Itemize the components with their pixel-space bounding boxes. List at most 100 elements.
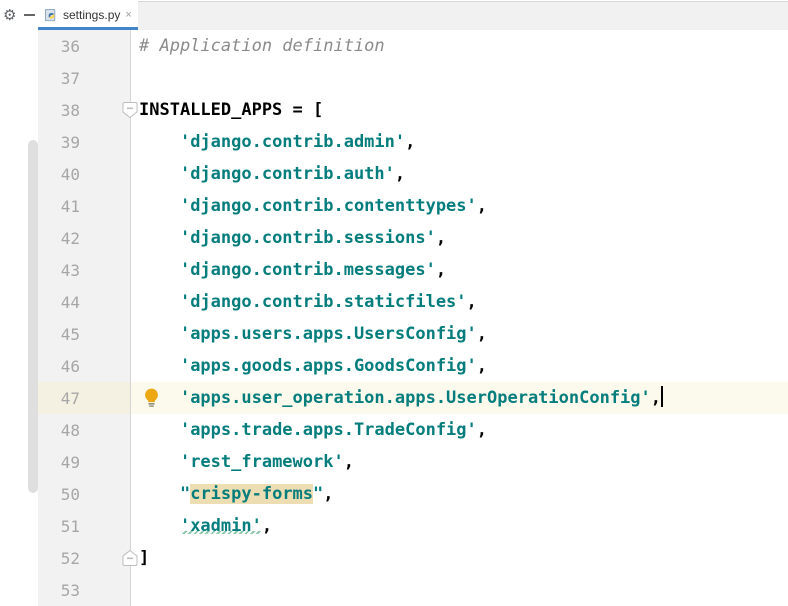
line-number: 48 [60, 420, 80, 440]
gutter-line-39[interactable]: 39 [38, 126, 131, 158]
code-line-46[interactable]: 'apps.goods.apps.GoodsConfig', [131, 350, 788, 382]
token-string: 'xadmin' [179, 516, 262, 536]
token-string: 'apps.goods.apps.GoodsConfig' [179, 356, 477, 376]
code-line-43[interactable]: 'django.contrib.messages', [131, 254, 788, 286]
editor-rows: 36 # Application definition 37 38 INSTALLED_… [38, 30, 788, 606]
code-line-52[interactable]: ] [131, 542, 788, 574]
line-number: 40 [60, 164, 80, 184]
editor-row-49: 49 'rest_framework', [38, 446, 788, 478]
code-line-45[interactable]: 'apps.users.apps.UsersConfig', [131, 318, 788, 350]
editor-row-50: 50 "crispy-forms", [38, 478, 788, 510]
token-plain: , [476, 420, 488, 440]
code-line-53[interactable] [131, 574, 788, 606]
code-line-40[interactable]: 'django.contrib.auth', [131, 158, 788, 190]
gutter-line-46[interactable]: 46 [38, 350, 131, 382]
token-plain: , [343, 452, 354, 472]
gutter-line-36[interactable]: 36 [38, 30, 131, 62]
editor-row-51: 51 'xadmin', [38, 510, 788, 542]
python-file-icon [44, 8, 59, 23]
line-number: 39 [60, 132, 80, 152]
project-panel-edge [0, 30, 38, 597]
code-line-48[interactable]: 'apps.trade.apps.TradeConfig', [131, 414, 788, 446]
gutter-line-38[interactable]: 38 [38, 94, 138, 126]
token-string: 'django.contrib.staticfiles' [179, 292, 467, 312]
token-string: " [313, 484, 324, 504]
fold-open-icon[interactable] [122, 101, 138, 119]
line-number: 52 [60, 548, 80, 568]
code-line-37[interactable] [131, 62, 788, 94]
editor-row-47: 47 'apps.user_operation.apps.UserOperati… [38, 382, 788, 414]
line-number: 49 [60, 452, 80, 472]
editor-row-53: 53 [38, 574, 788, 606]
token-plain: , [476, 356, 488, 376]
gutter-line-50[interactable]: 50 [38, 478, 131, 510]
gutter-line-45[interactable]: 45 [38, 318, 131, 350]
gutter-line-37[interactable]: 37 [38, 62, 131, 94]
code-line-49[interactable]: 'rest_framework', [131, 446, 788, 478]
token-string: 'django.contrib.messages' [179, 260, 436, 280]
panel-scrollbar-thumb[interactable] [28, 140, 38, 493]
editor-row-46: 46 'apps.goods.apps.GoodsConfig', [38, 350, 788, 382]
code-line-47[interactable]: 'apps.user_operation.apps.UserOperationC… [131, 382, 788, 414]
gutter-line-49[interactable]: 49 [38, 446, 131, 478]
text-caret [661, 386, 664, 407]
code-line-50[interactable]: "crispy-forms", [131, 478, 788, 510]
gutter-line-52[interactable]: 52 [38, 542, 138, 574]
tab-close-icon[interactable]: × [125, 9, 131, 21]
line-number: 41 [60, 196, 80, 216]
editor-row-36: 36 # Application definition [38, 30, 788, 62]
line-number: 43 [60, 260, 80, 280]
hide-panel-icon[interactable] [24, 14, 36, 16]
tab-settings-py[interactable]: settings.py × [38, 1, 138, 30]
gutter-line-41[interactable]: 41 [38, 190, 131, 222]
token-plain: , [466, 292, 477, 312]
code-editor[interactable]: 36 # Application definition 37 38 INSTALLED_… [38, 30, 788, 606]
code-line-51[interactable]: 'xadmin', [131, 510, 788, 542]
token-plain: , [405, 132, 416, 152]
token-string: " [179, 484, 191, 504]
gutter-line-48[interactable]: 48 [38, 414, 131, 446]
code-line-41[interactable]: 'django.contrib.contenttypes', [131, 190, 788, 222]
editor-row-45: 45 'apps.users.apps.UsersConfig', [38, 318, 788, 350]
tab-bar-background [38, 1, 788, 31]
gutter-line-42[interactable]: 42 [38, 222, 131, 254]
gutter-line-51[interactable]: 51 [38, 510, 131, 542]
token-string: 'apps.trade.apps.TradeConfig' [179, 420, 477, 440]
gutter-line-44[interactable]: 44 [38, 286, 131, 318]
gutter-line-43[interactable]: 43 [38, 254, 131, 286]
token-string: 'django.contrib.contenttypes' [179, 196, 477, 216]
code-line-42[interactable]: 'django.contrib.sessions', [131, 222, 788, 254]
editor-row-39: 39 'django.contrib.admin', [38, 126, 788, 158]
fold-close-icon[interactable] [122, 549, 138, 567]
line-number: 37 [60, 68, 80, 88]
token-plain: , [435, 260, 447, 280]
tab-bar: ⚙ settings.py × [0, 0, 788, 31]
token-string: 'django.contrib.auth' [179, 164, 395, 184]
gutter-line-47[interactable]: 47 [38, 382, 131, 414]
code-line-44[interactable]: 'django.contrib.staticfiles', [131, 286, 788, 318]
token-comment: # Application definition [139, 36, 385, 56]
line-number: 50 [60, 484, 80, 504]
editor-row-48: 48 'apps.trade.apps.TradeConfig', [38, 414, 788, 446]
line-number: 38 [60, 100, 80, 120]
line-number: 47 [60, 388, 80, 408]
editor-row-43: 43 'django.contrib.messages', [38, 254, 788, 286]
token-string: 'django.contrib.sessions' [179, 228, 436, 248]
editor-row-38: 38 INSTALLED_APPS = [ [38, 94, 788, 126]
gutter-line-40[interactable]: 40 [38, 158, 131, 190]
token-plain: , [261, 516, 273, 536]
gear-icon[interactable]: ⚙ [3, 8, 16, 23]
code-line-36[interactable]: # Application definition [131, 30, 788, 62]
code-line-39[interactable]: 'django.contrib.admin', [131, 126, 788, 158]
code-line-38[interactable]: INSTALLED_APPS = [ [131, 94, 788, 126]
intention-bulb-icon[interactable] [143, 387, 160, 409]
tab-label: settings.py [63, 7, 121, 22]
gutter-line-53[interactable]: 53 [38, 574, 131, 606]
token-plain: , [476, 196, 488, 216]
